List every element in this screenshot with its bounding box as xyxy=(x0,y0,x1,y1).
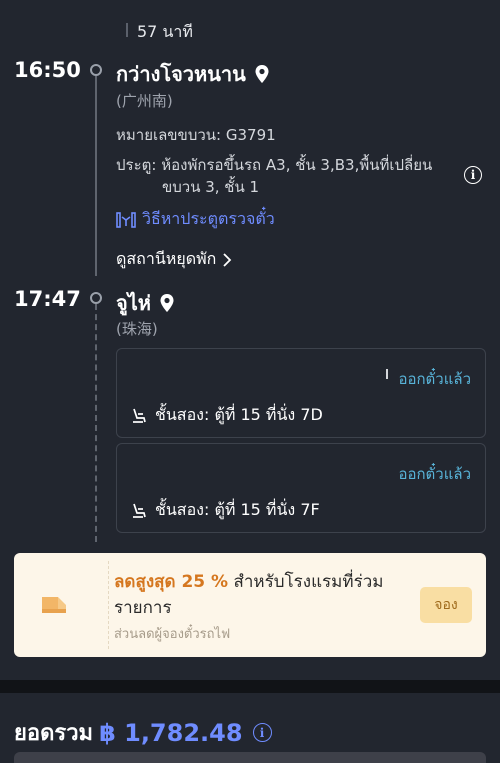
seat-status-marker xyxy=(386,369,388,379)
action-bar[interactable] xyxy=(14,752,486,763)
timeline-line-departure xyxy=(95,76,97,276)
seat-card[interactable]: ออกตั๋วแล้ว ชั้นสอง: ตู้ที่ 15 ที่นั่ง 7… xyxy=(116,348,486,438)
arrival-station-cn: (珠海) xyxy=(116,320,158,338)
arrival-station[interactable]: จูไห่ xyxy=(116,287,175,319)
ticket-status: ออกตั๋วแล้ว xyxy=(398,465,471,483)
gate-label: ประตู: xyxy=(116,156,157,174)
departure-time: 16:50 xyxy=(14,58,81,82)
seat-detail-text: ชั้นสอง: ตู้ที่ 15 ที่นั่ง 7F xyxy=(155,500,320,519)
arrival-time: 17:47 xyxy=(14,287,81,311)
info-icon[interactable]: i xyxy=(464,166,482,184)
departure-station-name: กว่างโจวหนาน xyxy=(116,62,246,86)
view-stops-label: ดูสถานีหยุดพัก xyxy=(116,249,217,268)
ticket-status: ออกตั๋วแล้ว xyxy=(398,370,471,388)
gate-line-2: ขบวน 3, ชั้น 1 xyxy=(162,178,260,196)
total-label: ยอดรวม xyxy=(14,721,94,746)
gate-help-link-label: วิธีหาประตูตรวจตั๋ว xyxy=(142,209,275,228)
arrival-station-name: จูไห่ xyxy=(116,291,151,315)
gate-help-link[interactable]: วิธีหาประตูตรวจตั๋ว xyxy=(116,207,275,232)
departure-dot xyxy=(90,64,102,76)
promo-text: ลดสูงสุด 25 % สำหรับโรงแรมที่ร่วมรายการ xyxy=(114,569,414,621)
seat-icon xyxy=(133,503,146,518)
timeline-line-arrival xyxy=(95,304,97,542)
gate-line-1: ห้องพักรอขึ้นรถ A3, ชั้น 3,B3,พื้นที่เปล… xyxy=(161,156,433,174)
train-number: หมายเลขขบวน: G3791 xyxy=(116,124,276,146)
seat-icon xyxy=(133,408,146,423)
arrival-dot xyxy=(90,292,102,304)
location-pin-icon[interactable] xyxy=(159,293,175,313)
hotel-promo-banner[interactable]: ลดสูงสุด 25 % สำหรับโรงแรมที่ร่วมรายการ … xyxy=(14,553,486,657)
gate-info: ประตู: ห้องพักรอขึ้นรถ A3, ชั้น 3,B3,พื้… xyxy=(116,154,456,198)
seat-detail: ชั้นสอง: ตู้ที่ 15 ที่นั่ง 7F xyxy=(131,498,320,523)
total-amount: ฿ 1,782.48 xyxy=(99,718,243,747)
chevron-right-icon xyxy=(223,252,232,267)
seat-detail-text: ชั้นสอง: ตู้ที่ 15 ที่นั่ง 7D xyxy=(155,405,323,424)
hotel-bed-icon xyxy=(42,597,66,613)
price-footer: ยอดรวม ฿ 1,782.48 i xyxy=(0,693,500,763)
info-icon[interactable]: i xyxy=(252,723,272,742)
section-separator xyxy=(0,680,500,693)
train-number-value: G3791 xyxy=(225,126,276,144)
book-button[interactable]: จอง xyxy=(420,587,472,623)
ticket-gate-icon xyxy=(116,211,136,228)
view-stops-button[interactable]: ดูสถานีหยุดพัก xyxy=(116,247,232,272)
total-price[interactable]: ยอดรวม ฿ 1,782.48 i xyxy=(14,715,272,750)
location-pin-icon[interactable] xyxy=(254,64,270,84)
duration-divider xyxy=(126,23,128,37)
promo-highlight: ลดสูงสุด 25 % xyxy=(114,572,229,592)
promo-subtext: ส่วนลดผู้จองตั๋วรถไฟ xyxy=(114,627,231,642)
train-number-label: หมายเลขขบวน: xyxy=(116,126,222,144)
seat-card[interactable]: ออกตั๋วแล้ว ชั้นสอง: ตู้ที่ 15 ที่นั่ง 7… xyxy=(116,443,486,533)
promo-divider xyxy=(108,561,109,649)
departure-station[interactable]: กว่างโจวหนาน xyxy=(116,58,270,90)
trip-duration: 57 นาที xyxy=(137,22,193,41)
departure-station-cn: (广州南) xyxy=(116,92,173,110)
seat-detail: ชั้นสอง: ตู้ที่ 15 ที่นั่ง 7D xyxy=(131,403,323,428)
